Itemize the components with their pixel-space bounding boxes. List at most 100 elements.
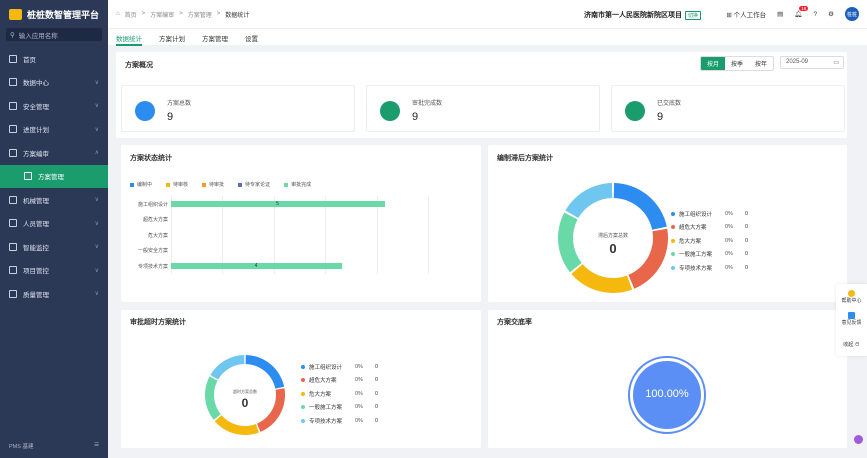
category-label: 一般安全方案 [137,248,168,255]
sidebar-item-label: 项目管控 [23,268,49,276]
help-center-button[interactable]: 帮助中心 [836,288,867,310]
legend-value: 0 [745,251,749,258]
sidebar-item-home[interactable]: 首页 [0,47,108,71]
legend-row[interactable]: 一般施工方案 0% 0 [301,401,378,415]
camera-icon [9,242,17,251]
status-chart-card: 方案状态统计 编制中 待审核 待审批 待专家论证 审批完成 施工组织设计 5 超危大… [121,145,481,302]
tab-plan-management[interactable]: 方案管理 [202,29,228,46]
top-right-actions: ⊞ 个人工作台 ▤ 🔔︎ 18 ? ⚙ 桩桩 [726,6,859,21]
legend-row[interactable]: 施工组织设计 0% 0 [301,360,378,374]
sidebar-item-project-control[interactable]: 项目管控 ∨ [0,259,108,283]
gear-icon[interactable]: ⚙ [828,10,834,18]
sidebar-item-quality[interactable]: 质量管理 ∨ [0,282,108,306]
project-switch-tag[interactable]: 切换 [685,11,702,20]
crane-icon [9,195,17,204]
project-icon [9,266,17,275]
donut-slice[interactable] [613,183,667,230]
stat-label: 方案总数 [167,101,192,107]
shield-icon [9,101,17,110]
breadcrumb-item[interactable]: 方案管理 [188,10,212,19]
calendar-icon: ▭ [833,60,839,66]
briefing-rate-value: 100.00% [645,388,689,400]
top-bar: ⌂ 首页 > 方案编审 > 方案管理 > 数据统计 济南市第一人民医院新院区项目… [108,0,867,28]
legend-row[interactable]: 危大方案 0% 0 [671,234,748,248]
notification-icon[interactable]: 🔔︎ 18 [794,6,809,18]
app-search-input[interactable]: ⚲ 输入应用名称 [6,28,102,41]
feedback-icon [848,312,855,319]
legend-row[interactable]: 危大方案 0% 0 [301,387,378,401]
collapse-panel-button[interactable]: 收起 ⊖ [836,332,867,354]
document-icon[interactable]: ▤ [777,10,783,18]
legend-percent: 0% [355,390,363,397]
donut-slice[interactable] [210,355,245,380]
breadcrumb-item[interactable]: 方案编审 [150,10,174,19]
donut-slice[interactable] [214,415,259,435]
search-placeholder: 输入应用名称 [18,32,58,40]
legend-category: 专项技术方案 [679,265,713,272]
help-icon[interactable]: ? [814,11,818,18]
legend-swatch [671,265,675,270]
sidebar-item-machinery[interactable]: 机械管理 ∨ [0,188,108,212]
float-panel: 帮助中心 意见反馈 收起 ⊖ [836,284,867,356]
donut-slice[interactable] [558,212,582,273]
legend-row[interactable]: 专项技术方案 0% 0 [301,414,378,428]
legend-value: 0 [375,417,379,424]
workbench-label: 个人工作台 [733,12,767,19]
project-selector[interactable]: 济南市第一人民医院新院区项目 切换 [584,10,702,20]
tab-settings[interactable]: 设置 [245,29,258,46]
toggle-year[interactable]: 按年 [749,57,773,70]
stat-value: 9 [657,111,664,123]
stat-value: 9 [412,111,419,123]
tab-data-statistics[interactable]: 数据统计 [116,29,142,46]
sidebar-item-plan-management[interactable]: 方案管理 [0,164,108,188]
stat-approved: 审批完成数 9 [366,85,600,132]
legend-row[interactable]: 专项技术方案 0% 0 [671,261,748,275]
sidebar-item-label: 首页 [23,56,36,64]
legend-category: 施工组织设计 [309,364,343,371]
stat-briefed: 已交底数 9 [611,85,845,132]
toggle-month[interactable]: 按月 [700,57,725,70]
legend-row[interactable]: 一般施工方案 0% 0 [671,248,748,262]
legend-row[interactable]: 施工组织设计 0% 0 [671,207,748,221]
clipboard-icon [135,101,155,121]
donut-slice[interactable] [245,355,285,389]
donut-slice[interactable] [565,183,613,219]
check-icon [625,101,645,121]
legend-category: 超危大方案 [309,378,337,385]
briefing-rate-card: 方案交底率 100.00% [488,310,847,448]
calendar-icon [9,125,17,134]
feedback-button[interactable]: 意见反馈 [836,310,867,332]
tab-plan-schedule[interactable]: 方案计划 [159,29,185,46]
chevron-up-icon: ∧ [94,150,99,157]
lagging-center-value: 0 [609,241,617,256]
sidebar-item-schedule[interactable]: 进度计划 ∨ [0,118,108,142]
sidebar-item-monitoring[interactable]: 智能监控 ∨ [0,235,108,259]
toggle-quarter[interactable]: 按季 [725,57,749,70]
month-picker[interactable]: 2025-09 ▭ [780,56,844,69]
sidebar-item-personnel[interactable]: 人员管理 ∨ [0,212,108,236]
sidebar-item-plan-review[interactable]: 方案编审 ∧ [0,141,108,165]
legend-row[interactable]: 超危大方案 0% 0 [671,221,748,235]
home-icon[interactable]: ⌂ [116,11,120,17]
legend-category: 超危大方案 [679,225,707,232]
collapse-menu-icon[interactable]: ☰ [94,442,99,450]
workbench-button[interactable]: ⊞ 个人工作台 [726,9,766,19]
legend-percent: 0% [355,417,363,424]
avatar[interactable]: 桩桩 [845,7,859,21]
breadcrumb-item[interactable]: 首页 [125,10,137,19]
legend-row[interactable]: 超危大方案 0% 0 [301,374,378,388]
lagging-center-label: 滞后方案总数 [597,233,628,239]
sidebar-item-data-center[interactable]: 数据中心 ∨ [0,71,108,95]
app-logo[interactable]: 桩桩数智管理平台 [0,0,108,28]
legend-value: 0 [745,210,749,217]
assistant-icon[interactable] [854,435,863,444]
quality-icon [9,289,17,298]
category-label: 施工组织设计 [137,201,168,208]
grid-line [376,196,378,274]
stat-total-plans: 方案总数 9 [121,85,355,132]
legend-value: 0 [375,390,379,397]
donut-slice[interactable] [571,264,633,293]
briefing-rate-title: 方案交底率 [497,319,532,326]
sidebar-item-safety[interactable]: 安全管理 ∨ [0,94,108,118]
donut-slice[interactable] [205,376,221,420]
